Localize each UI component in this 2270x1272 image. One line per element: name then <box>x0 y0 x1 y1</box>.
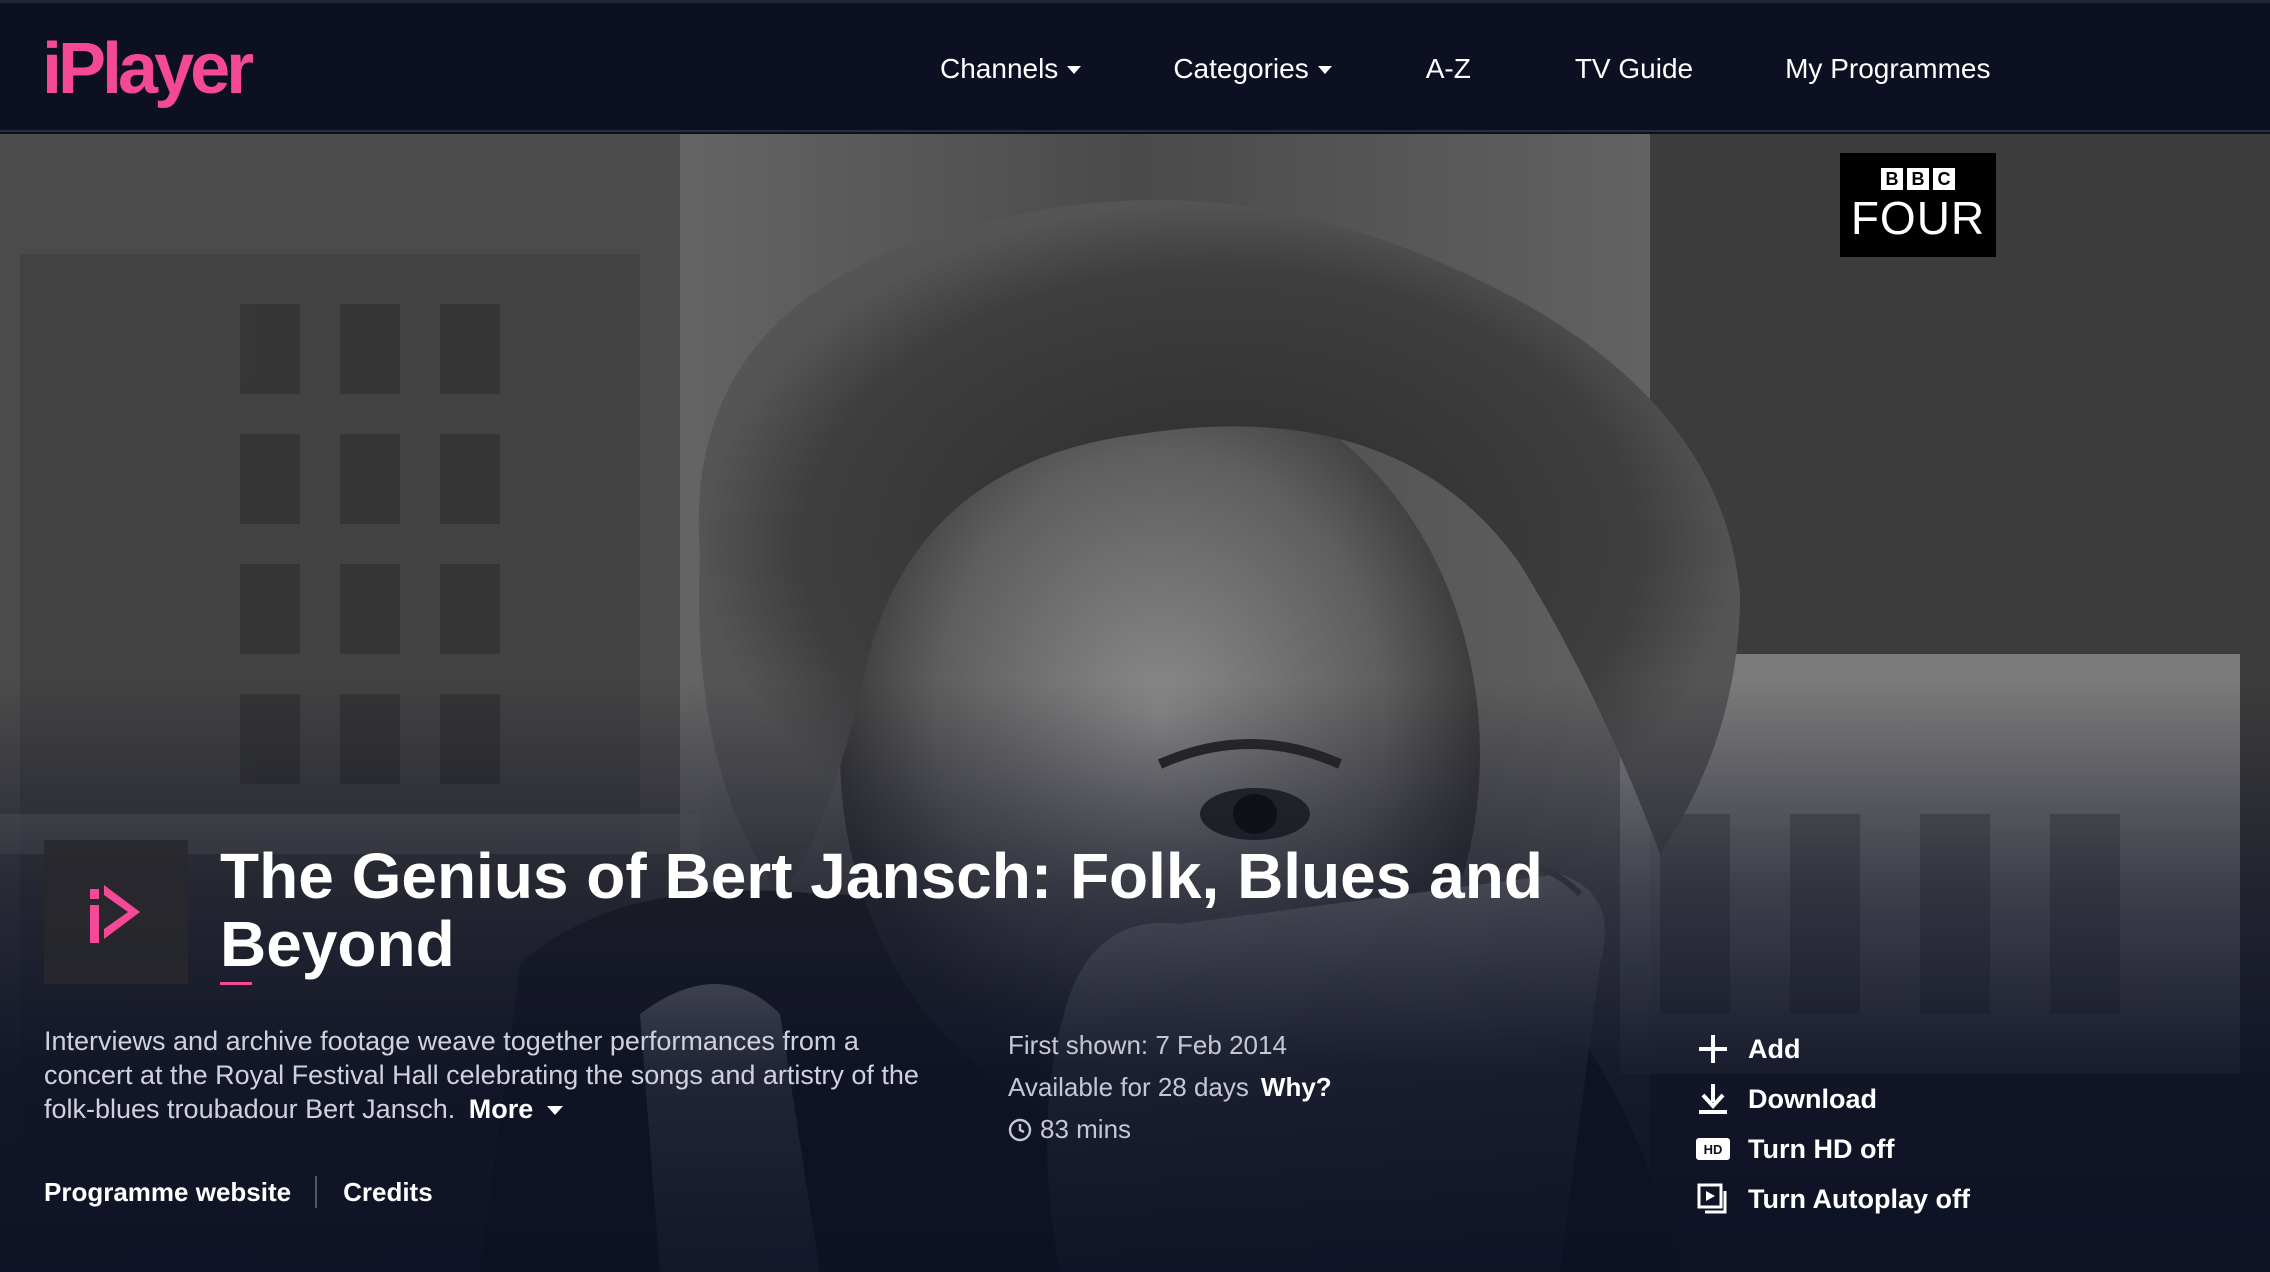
chevron-down-icon <box>547 1106 564 1116</box>
download-label: Download <box>1748 1083 1877 1114</box>
bbc-blocks: B B C <box>1881 168 1955 190</box>
bbc-block: B <box>1907 168 1929 190</box>
iplayer-logo-text: iPlayer <box>42 29 254 109</box>
more-button[interactable]: More <box>469 1094 564 1124</box>
chevron-down-icon <box>1067 66 1082 74</box>
programme-description: Interviews and archive footage weave tog… <box>44 1024 944 1126</box>
availability-text: Available for 28 days <box>1008 1072 1249 1102</box>
toggle-hd-label: Turn HD off <box>1748 1133 1895 1164</box>
nav-tv-guide-label: TV Guide <box>1574 53 1694 84</box>
nav-a-z[interactable]: A-Z <box>1426 3 1471 135</box>
why-link[interactable]: Why? <box>1261 1072 1332 1102</box>
channel-logo-bbc-four: B B C FOUR <box>1840 153 1996 257</box>
bbc-block: C <box>1933 168 1955 190</box>
top-navigation-bar: iPlayer Channels Categories A-Z TV Guide… <box>0 0 2270 132</box>
download-button[interactable]: Download <box>1696 1074 1970 1124</box>
duration-text: 83 mins <box>1040 1114 1132 1144</box>
nav-categories[interactable]: Categories <box>1173 3 1332 135</box>
channel-name: FOUR <box>1850 192 1986 244</box>
nav-my-programmes[interactable]: My Programmes <box>1785 3 1990 135</box>
clock-icon <box>1008 1118 1032 1142</box>
title-accent-underline <box>220 982 252 985</box>
plus-icon <box>1696 1032 1730 1066</box>
add-button[interactable]: Add <box>1696 1024 1970 1074</box>
nav-a-z-label: A-Z <box>1425 53 1471 84</box>
programme-actions: Add Download HD Turn HD off Turn Autopla… <box>1696 1024 1970 1224</box>
toggle-hd-button[interactable]: HD Turn HD off <box>1696 1124 1970 1174</box>
iplayer-play-icon <box>90 885 140 943</box>
programme-website-link[interactable]: Programme website <box>44 1177 291 1208</box>
nav-channels[interactable]: Channels <box>940 3 1082 135</box>
toggle-autoplay-label: Turn Autoplay off <box>1748 1183 1970 1214</box>
chevron-down-icon <box>1317 66 1332 74</box>
programme-links: Programme website Credits <box>44 1172 433 1212</box>
nav-channels-label: Channels <box>940 53 1059 84</box>
svg-text:HD: HD <box>1704 1142 1723 1157</box>
more-label: More <box>468 1094 534 1124</box>
programme-meta: First shown: 7 Feb 2014 Available for 28… <box>1008 1024 1332 1150</box>
nav-categories-label: Categories <box>1173 53 1309 84</box>
hd-icon: HD <box>1696 1132 1730 1166</box>
availability-row: Available for 28 days Why? <box>1008 1066 1332 1108</box>
first-shown: First shown: 7 Feb 2014 <box>1008 1030 1287 1060</box>
add-label: Add <box>1748 1033 1801 1064</box>
main-nav: Channels Categories A-Z TV Guide My Prog… <box>900 3 1990 135</box>
credits-link[interactable]: Credits <box>343 1177 433 1208</box>
iplayer-logo[interactable]: iPlayer <box>42 29 254 109</box>
nav-tv-guide[interactable]: TV Guide <box>1575 3 1693 135</box>
programme-title: The Genius of Bert Jansch: Folk, Blues a… <box>220 840 1543 980</box>
play-episode-button[interactable] <box>44 840 188 984</box>
bbc-block: B <box>1881 168 1903 190</box>
nav-my-programmes-label: My Programmes <box>1785 53 1991 84</box>
toggle-autoplay-button[interactable]: Turn Autoplay off <box>1696 1174 1970 1224</box>
duration-row: 83 mins <box>1008 1108 1332 1150</box>
divider <box>315 1176 318 1208</box>
autoplay-icon <box>1696 1182 1730 1216</box>
download-icon <box>1696 1082 1730 1116</box>
